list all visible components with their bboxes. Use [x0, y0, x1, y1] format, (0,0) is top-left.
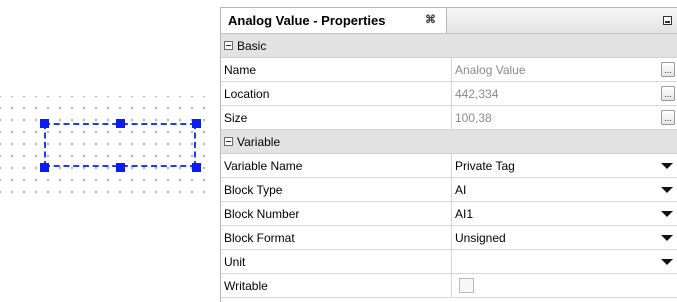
chevron-down-icon[interactable]	[661, 211, 673, 217]
column-divider	[451, 82, 452, 106]
property-row-size[interactable]: Size 100,38 ...	[221, 106, 677, 130]
size-edit-button[interactable]: ...	[661, 110, 675, 125]
chevron-down-icon[interactable]	[661, 187, 673, 193]
panel-title: Analog Value - Properties	[228, 13, 386, 28]
location-edit-button[interactable]: ...	[661, 86, 675, 101]
property-row-block-format[interactable]: Block Format Unsigned	[221, 226, 677, 250]
property-label: Writable	[224, 279, 268, 293]
block-format-select[interactable]: Unsigned	[455, 231, 506, 245]
chevron-down-icon[interactable]	[661, 235, 673, 241]
property-row-block-number[interactable]: Block Number AI1	[221, 202, 677, 226]
category-variable[interactable]: Variable	[221, 130, 677, 154]
property-label: Block Number	[224, 207, 300, 221]
category-basic[interactable]: Basic	[221, 34, 677, 58]
column-divider	[451, 178, 452, 202]
design-canvas[interactable]	[0, 96, 212, 196]
resize-handle-top[interactable]	[116, 119, 125, 128]
property-row-name[interactable]: Name Analog Value ...	[221, 58, 677, 82]
size-value: 100,38	[455, 111, 492, 125]
minimize-icon[interactable]	[663, 16, 672, 25]
close-tab-icon[interactable]: ⌘	[425, 13, 436, 26]
variable-name-select[interactable]: Private Tag	[455, 159, 515, 173]
property-label: Location	[224, 87, 270, 101]
properties-tab[interactable]: Analog Value - Properties ⌘	[221, 8, 447, 33]
property-label: Size	[224, 111, 248, 125]
properties-panel: Analog Value - Properties ⌘ Basic Name A…	[220, 7, 677, 302]
block-type-select[interactable]: AI	[455, 183, 466, 197]
block-number-select[interactable]: AI1	[455, 207, 473, 221]
column-divider	[451, 202, 452, 226]
column-divider	[451, 58, 452, 82]
name-value: Analog Value	[455, 63, 526, 77]
property-row-block-type[interactable]: Block Type AI	[221, 178, 677, 202]
property-label: Variable Name	[224, 159, 303, 173]
collapse-icon[interactable]	[224, 41, 233, 50]
selected-analog-value-element[interactable]	[44, 123, 196, 167]
property-row-writable[interactable]: Writable	[221, 274, 677, 298]
column-divider	[451, 226, 452, 250]
property-grid: Basic Name Analog Value ... Location 442…	[221, 34, 677, 298]
property-label: Name	[224, 63, 257, 77]
collapse-icon[interactable]	[224, 137, 233, 146]
property-row-variable-name[interactable]: Variable Name Private Tag	[221, 154, 677, 178]
resize-handle-top-left[interactable]	[40, 119, 49, 128]
resize-handle-top-right[interactable]	[192, 119, 201, 128]
properties-titlebar: Analog Value - Properties ⌘	[221, 8, 677, 34]
resize-handle-bottom-right[interactable]	[192, 163, 201, 172]
writable-checkbox[interactable]	[459, 278, 474, 293]
resize-handle-bottom[interactable]	[116, 163, 125, 172]
category-label: Basic	[237, 39, 267, 53]
property-label: Block Format	[224, 231, 295, 245]
property-row-unit[interactable]: Unit	[221, 250, 677, 274]
column-divider	[451, 250, 452, 274]
property-label: Unit	[224, 255, 246, 269]
name-edit-button[interactable]: ...	[661, 62, 675, 77]
location-value: 442,334	[455, 87, 499, 101]
property-label: Block Type	[224, 183, 283, 197]
resize-handle-bottom-left[interactable]	[40, 163, 49, 172]
category-label: Variable	[237, 135, 281, 149]
column-divider	[451, 154, 452, 178]
property-row-location[interactable]: Location 442,334 ...	[221, 82, 677, 106]
column-divider	[451, 274, 452, 298]
column-divider	[451, 106, 452, 130]
chevron-down-icon[interactable]	[661, 259, 673, 265]
chevron-down-icon[interactable]	[661, 163, 673, 169]
